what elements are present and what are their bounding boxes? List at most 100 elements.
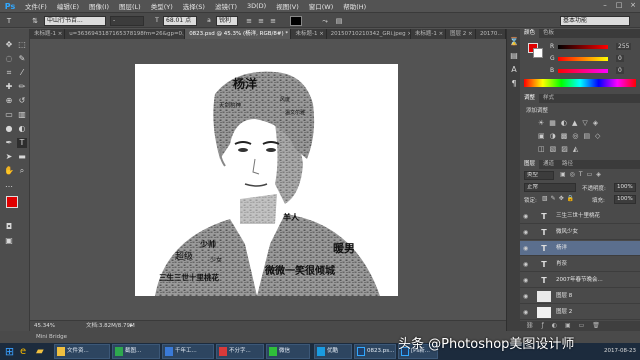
taskbar-btn[interactable]: 优酷 [314,344,352,359]
tab-color[interactable]: 颜色 [520,29,540,38]
brush-tool-icon[interactable]: ✏ [17,82,27,92]
taskbar-btn[interactable]: 不分字... [216,344,264,359]
move-tool-icon[interactable]: ✥ [4,40,14,50]
layer-filter-icons[interactable]: ▣◎T▭◈ [560,171,605,178]
g-slider[interactable] [558,57,608,61]
adjust-icons-row-1[interactable]: ☀▦◐▲▽◈ [538,119,603,127]
dodge-tool-icon[interactable]: ◐ [17,124,27,134]
layer-name[interactable]: 2007年春节晚会... [556,273,603,288]
menu-3d[interactable]: 3D(D) [242,2,271,10]
path-select-tool-icon[interactable]: ➤ [4,152,14,162]
ie-icon[interactable]: e [20,345,32,358]
foreground-color-swatch[interactable] [6,196,18,208]
eyedropper-tool-icon[interactable]: ⁄ [17,68,27,78]
character-panel-icon[interactable]: A [509,65,519,75]
tab-styles[interactable]: 样式 [539,94,558,103]
fill-input[interactable]: 100% [614,195,636,204]
layer-name[interactable]: 杨洋 [556,241,567,256]
doc-tab[interactable]: u=3636943187165378198fm=26&gp=0.jpg × [65,29,186,39]
zoom-tool-icon[interactable]: ⌕ [17,166,27,176]
folder-icon[interactable]: ▰ [36,345,48,358]
visibility-eye-icon[interactable]: ◉ [523,245,531,252]
g-value[interactable]: 0 [616,55,624,62]
shape-tool-icon[interactable]: ▬ [17,152,27,162]
visibility-eye-icon[interactable]: ◉ [523,213,531,220]
layer-row[interactable]: ◉ T 微风少女 [520,225,640,240]
gradient-tool-icon[interactable]: ▥ [17,110,27,120]
layer-row[interactable]: ◉ T 肖奈 [520,257,640,272]
r-slider[interactable] [558,45,608,49]
font-family-select[interactable]: 中山行书百... [44,16,106,26]
layer-row[interactable]: ◉ 图层 2 [520,305,640,320]
layer-name[interactable]: 肖奈 [556,257,567,272]
color-spectrum-bar[interactable] [524,79,636,87]
quick-mask-icon[interactable]: ◘ [4,222,14,232]
menu-filter[interactable]: 滤镜(T) [210,1,242,11]
quick-select-tool-icon[interactable]: ✎ [17,54,27,64]
doc-tab[interactable]: 未标题-1 × [410,29,447,39]
tab-swatches[interactable]: 色板 [539,29,558,38]
more-tools-icon[interactable]: … [4,180,14,190]
visibility-eye-icon[interactable]: ◉ [523,229,531,236]
healing-tool-icon[interactable]: ✚ [4,82,14,92]
r-value[interactable]: 255 [616,43,632,50]
b-value[interactable]: 0 [616,67,624,74]
adjust-icons-row-3[interactable]: ◫▧▨◭ [538,145,583,153]
menu-type[interactable]: 类型(Y) [146,1,178,11]
visibility-eye-icon[interactable]: ◉ [523,293,531,300]
layer-name[interactable]: 图层 8 [556,289,572,304]
layer-name[interactable]: 三生三世十里桃花 [556,209,600,224]
visibility-eye-icon[interactable]: ◉ [523,309,531,316]
layer-filter-select[interactable]: 类型 [524,171,554,180]
taskbar-btn[interactable]: 文件资... [54,344,110,359]
document-canvas[interactable]: 杨洋 天剑豹神 风度 温文尔雅 少帅 羊人 暖男 超级 少女 微微一笑很倾城 三… [135,64,398,296]
history-panel-icon[interactable]: ⌛ [509,37,519,47]
close-button[interactable]: × [628,1,638,10]
menu-file[interactable]: 文件(F) [20,1,52,11]
lock-icons[interactable]: ▧✎✥🔒 [542,195,577,202]
text-color-swatch[interactable] [290,16,302,26]
doc-tab[interactable]: 20150710210342_GRi.jpeg × [326,29,411,39]
maximize-button[interactable]: □ [614,1,624,10]
layers-footer-icons[interactable]: ⛓ƒ◐▣▭🗑 [520,321,640,331]
minimize-button[interactable]: – [600,1,610,10]
tab-channels[interactable]: 通道 [539,160,558,169]
layer-row[interactable]: ◉ T 2007年春节晚会... [520,273,640,288]
workspace-select[interactable]: 基本功能 [560,16,630,26]
doc-tab[interactable]: 未标题-1 × [30,29,66,39]
clone-tool-icon[interactable]: ⊕ [4,96,14,106]
menu-select[interactable]: 选择(S) [178,1,210,11]
layer-row[interactable]: ◉ T 三生三世十里桃花 [520,209,640,224]
character-panel-icon[interactable]: ▤ [334,16,344,26]
menu-help[interactable]: 帮助(H) [338,1,371,11]
adjust-icons-row-2[interactable]: ▣◑▩◎▤◇ [538,132,605,140]
tab-adjustments[interactable]: 调整 [520,94,540,103]
layer-name[interactable]: 微风少女 [556,225,578,240]
layer-name[interactable]: 图层 2 [556,305,572,320]
menu-window[interactable]: 窗口(W) [304,1,339,11]
menu-image[interactable]: 图像(I) [84,1,114,11]
font-size-input[interactable]: 68.01 点 [163,16,197,26]
type-tool-icon[interactable]: T [17,138,27,148]
warp-text-icon[interactable]: ⤳ [320,16,330,26]
properties-panel-icon[interactable]: ▤ [509,51,519,61]
menu-edit[interactable]: 编辑(E) [52,1,84,11]
antialias-select[interactable]: 锐利 [216,16,238,26]
tab-layers[interactable]: 图层 [520,160,540,169]
text-orientation-icon[interactable]: ⇅ [30,16,40,26]
hand-tool-icon[interactable]: ✋ [4,166,14,176]
paragraph-panel-icon[interactable]: ¶ [509,79,519,89]
blend-mode-select[interactable]: 正常 [524,183,576,192]
mini-bridge-tab[interactable]: Mini Bridge [36,331,67,343]
opacity-input[interactable]: 100% [614,183,636,192]
taskbar-btn[interactable]: 微信 [266,344,310,359]
font-style-select[interactable]: - [110,16,144,26]
visibility-eye-icon[interactable]: ◉ [523,261,531,268]
marquee-tool-icon[interactable]: ⬚ [17,40,27,50]
blur-tool-icon[interactable]: ● [4,124,14,134]
pen-tool-icon[interactable]: ✒ [4,138,14,148]
doc-tab[interactable]: 图层 2 × [446,29,476,39]
doc-tab[interactable]: 20170... [475,29,506,39]
color-bg-swatch[interactable] [533,48,543,58]
align-left-icon[interactable]: ≡ [244,16,254,26]
